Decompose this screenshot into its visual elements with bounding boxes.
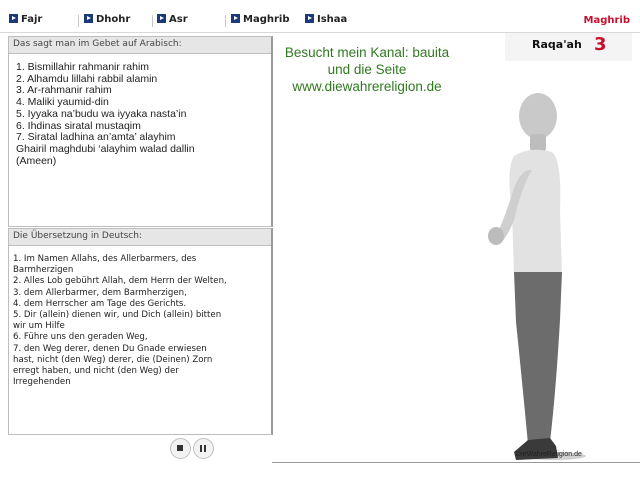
- nav-divider: [152, 15, 153, 27]
- raqaah-count: 3: [594, 34, 607, 55]
- translation-line: Barmherzigen: [13, 265, 74, 276]
- pause-icon: [200, 445, 202, 452]
- nav-divider: [225, 15, 226, 27]
- translation-line: hast, nicht (den Weg) derer, die (Deinen…: [13, 354, 213, 365]
- figure-legs: [514, 272, 562, 444]
- arabic-line: 1. Bismillahir rahmanir rahim: [16, 61, 150, 73]
- arabic-line: 5. Iyyaka na’budu wa iyyaka nasta’in: [16, 107, 187, 120]
- translation-line: erregt haben, und nicht (den Weg) der: [13, 366, 179, 377]
- nav-item-maghrib[interactable]: Maghrib: [231, 14, 290, 28]
- nav-item-label: Dhohr: [96, 14, 131, 25]
- channel-promo-text: Besucht mein Kanal: bauita und die Seite…: [272, 44, 462, 95]
- playback-controls: [167, 438, 217, 460]
- nav-item-fajr[interactable]: Fajr: [9, 14, 42, 28]
- stop-icon: [177, 445, 183, 451]
- arabic-line: (Ameen): [16, 154, 57, 167]
- nav-divider: [78, 15, 79, 27]
- stop-button[interactable]: [170, 438, 191, 459]
- translation-panel: Die Übersetzung in Deutsch: 1. Im Namen …: [8, 228, 273, 435]
- arabic-panel-title: Das sagt man im Gebet auf Arabisch:: [9, 37, 271, 54]
- channel-line: und die Seite: [327, 62, 407, 77]
- play-arrow-icon: [231, 14, 240, 23]
- translation-panel-title: Die Übersetzung in Deutsch:: [9, 229, 271, 246]
- translation-line: 3. dem Allerbarmer, dem Barmherzigen,: [13, 287, 187, 298]
- figure-torso: [509, 149, 562, 276]
- nav-item-label: Asr: [169, 14, 188, 25]
- arabic-text-panel: Das sagt man im Gebet auf Arabisch: 1. B…: [8, 36, 273, 227]
- arabic-line: Ghairil maghdubi ‘alayhim walad dallin: [16, 142, 195, 155]
- translation-line: 5. Dir (allein) dienen wir, und Dich (al…: [13, 310, 222, 321]
- translation-line: wir um Hilfe: [13, 321, 65, 332]
- play-arrow-icon: [9, 14, 18, 23]
- nav-item-ishaa[interactable]: Ishaa: [305, 14, 347, 28]
- pause-button[interactable]: [193, 438, 214, 459]
- raqaah-counter: Raqa'ah 3: [505, 33, 632, 61]
- translation-line: 7. den Weg derer, denen Du Gnade erwiese…: [13, 343, 207, 354]
- translation-line: 2. Alles Lob gebührt Allah, dem Herrn de…: [13, 276, 227, 287]
- raqaah-label: Raqa'ah: [532, 38, 582, 51]
- praying-figure-illustration: [488, 93, 586, 460]
- translation-lines-list: 1. Im Namen Allahs, des Allerbarmers, de…: [13, 254, 263, 388]
- site-watermark: DieWahreReligion.de: [516, 451, 582, 458]
- play-arrow-icon: [305, 14, 314, 23]
- channel-line: Besucht mein Kanal: bauita: [284, 45, 450, 60]
- translation-line: 6. Führe uns den geraden Weg,: [13, 332, 148, 343]
- play-arrow-icon: [84, 14, 93, 23]
- current-prayer-label: Maghrib: [583, 15, 631, 26]
- translation-line: 4. dem Herrscher am Tage des Gerichts.: [13, 298, 187, 309]
- arabic-lines-list: 1. Bismillahir rahmanir rahim 2. Alhamdu…: [16, 61, 271, 167]
- nav-item-label: Ishaa: [317, 14, 348, 25]
- translation-line: Irregehenden: [13, 377, 71, 388]
- figure-neck: [530, 134, 546, 152]
- floor-line: [272, 462, 640, 463]
- play-arrow-icon: [157, 14, 166, 23]
- nav-item-label: Maghrib: [243, 14, 290, 25]
- channel-url: www.diewahrereligion.de: [292, 79, 442, 94]
- translation-line: 1. Im Namen Allahs, des Allerbarmers, de…: [13, 254, 197, 264]
- nav-item-asr[interactable]: Asr: [157, 14, 188, 28]
- figure-hand: [488, 227, 504, 245]
- figure-head: [519, 93, 557, 139]
- prayer-nav-bar: Fajr Dhohr Asr Maghrib Ishaa Maghrib: [0, 10, 640, 33]
- nav-item-label: Fajr: [21, 14, 43, 25]
- nav-item-dhohr[interactable]: Dhohr: [84, 14, 130, 28]
